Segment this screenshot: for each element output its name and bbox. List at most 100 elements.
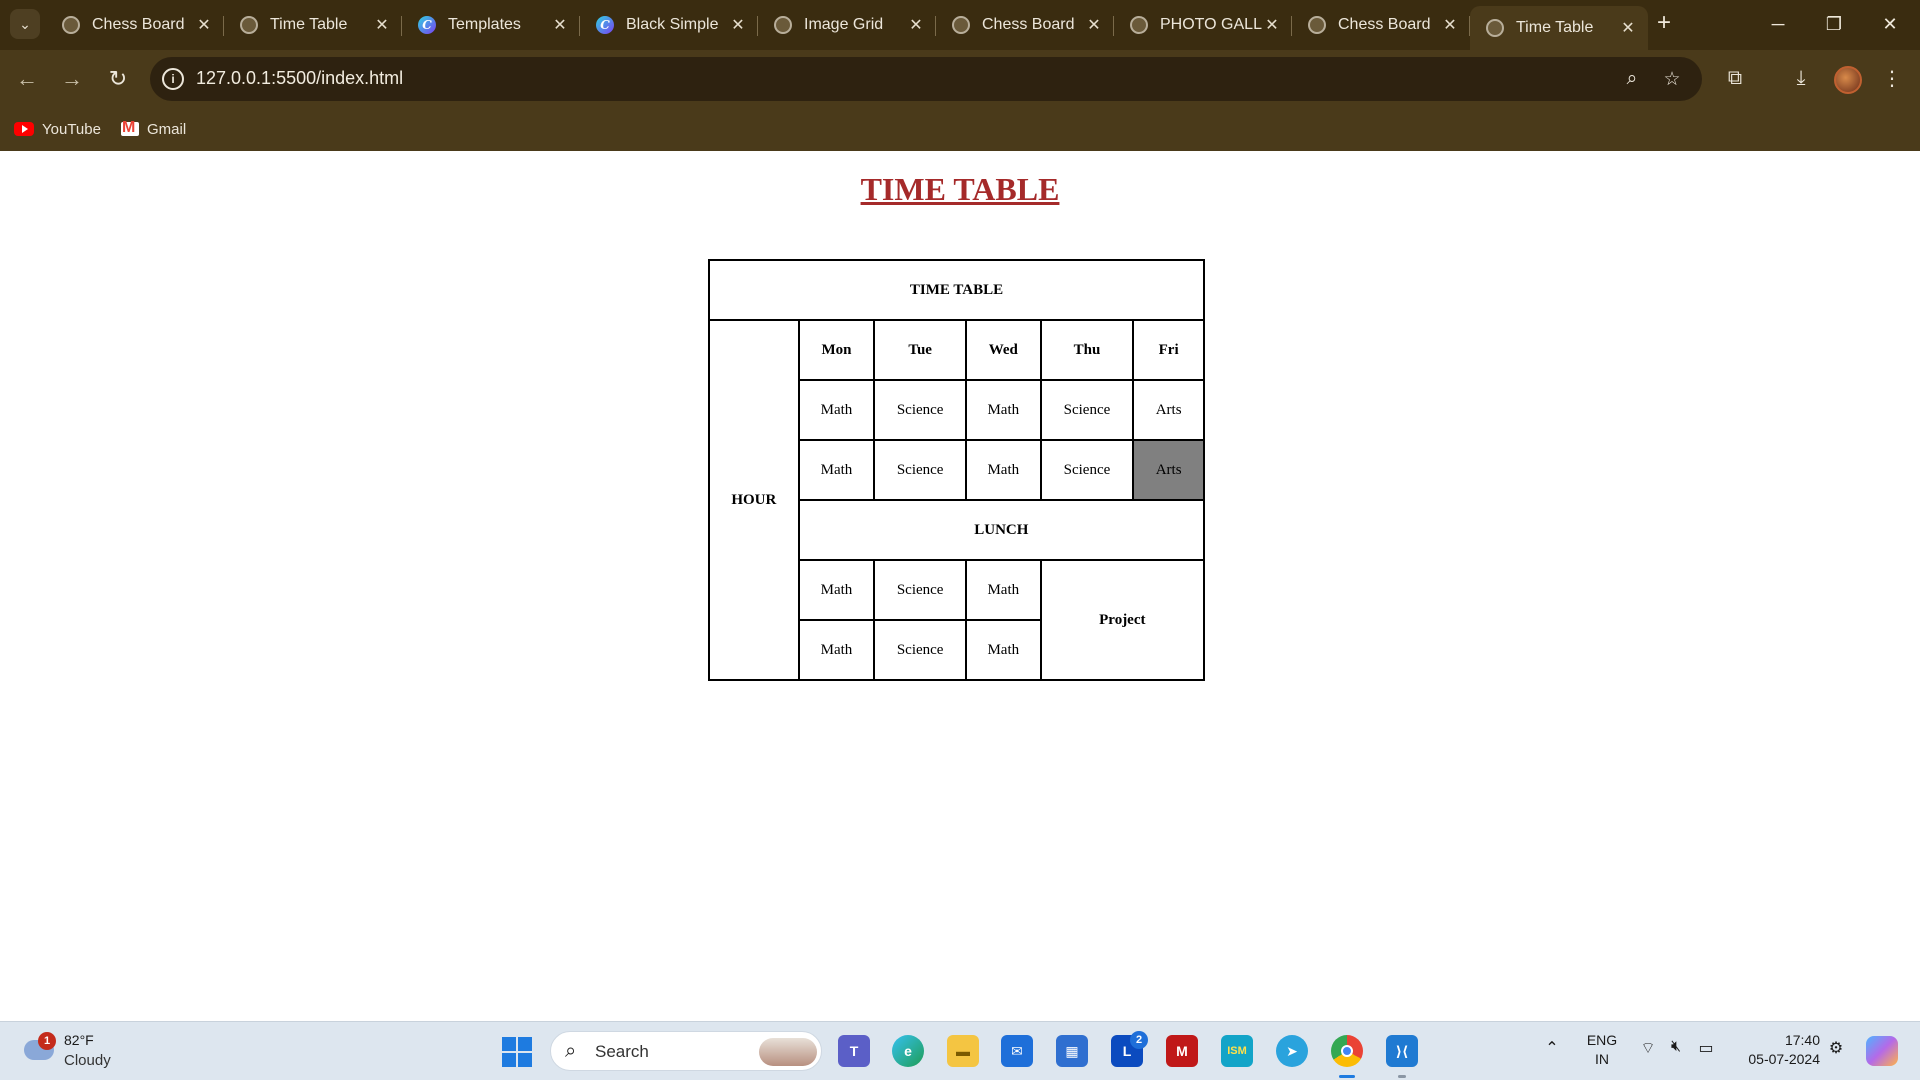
canva-icon: C bbox=[596, 16, 614, 34]
close-window-button[interactable]: ✕ bbox=[1862, 0, 1918, 48]
close-icon[interactable]: ✕ bbox=[1618, 18, 1638, 38]
close-icon: ✕ bbox=[1882, 13, 1898, 34]
subject-cell: Science bbox=[873, 619, 967, 681]
profile-avatar[interactable] bbox=[1834, 66, 1862, 94]
subject-cell: Math bbox=[797, 619, 876, 681]
day-header: Mon bbox=[797, 319, 876, 381]
subject-cell: Math bbox=[964, 439, 1042, 501]
weather-widget[interactable]: 1 82°F Cloudy bbox=[20, 1030, 140, 1074]
forward-button[interactable]: → bbox=[57, 64, 87, 94]
chevron-up-icon[interactable]: ⌃ bbox=[1540, 1038, 1564, 1058]
globe-icon bbox=[1308, 16, 1326, 34]
zoom-icon[interactable]: ⌕ bbox=[1620, 67, 1644, 91]
mail-icon[interactable]: ✉ bbox=[1001, 1035, 1033, 1067]
page-content: TIME TABLE TIME TABLE HOUR Mon Tue Wed T… bbox=[0, 151, 1920, 1021]
chrome-running-indicator bbox=[1339, 1075, 1355, 1078]
close-icon[interactable]: ✕ bbox=[372, 15, 392, 35]
search-icon: ⌕ bbox=[565, 1040, 577, 1062]
subject-cell-highlighted: Arts bbox=[1132, 439, 1205, 501]
reload-button[interactable]: ↻ bbox=[103, 64, 133, 94]
url-text[interactable]: 127.0.0.1:5500/index.html bbox=[196, 68, 403, 89]
subject-cell: Science bbox=[873, 379, 967, 441]
chrome-center bbox=[1341, 1045, 1353, 1057]
gmail-icon bbox=[121, 119, 139, 137]
speaker-muted-icon[interactable]: 🔇︎ bbox=[1664, 1038, 1688, 1056]
windows-logo-pane bbox=[518, 1037, 532, 1051]
day-header: Fri bbox=[1132, 319, 1205, 381]
reload-icon: ↻ bbox=[108, 66, 128, 91]
subject-cell: Arts bbox=[1132, 379, 1205, 441]
tab[interactable]: Chess Board ✕ bbox=[1292, 6, 1470, 44]
bookmark-star-icon[interactable]: ☆ bbox=[1660, 67, 1684, 91]
tab-title: Time Table bbox=[270, 16, 348, 33]
globe-icon bbox=[240, 16, 258, 34]
telegram-icon[interactable]: ➤ bbox=[1276, 1035, 1308, 1067]
tab[interactable]: PHOTO GALL ✕ bbox=[1114, 6, 1292, 44]
minimize-button[interactable]: ─ bbox=[1750, 0, 1806, 48]
search-placeholder: Search bbox=[595, 1042, 649, 1061]
tab[interactable]: Image Grid ✕ bbox=[758, 6, 936, 44]
bookmark-label: Gmail bbox=[147, 120, 187, 138]
taskbar-search[interactable]: ⌕ Search bbox=[550, 1031, 822, 1071]
vscode-running-indicator bbox=[1398, 1075, 1406, 1078]
language-indicator[interactable]: ENG IN bbox=[1582, 1031, 1622, 1069]
site-info-icon[interactable]: i bbox=[162, 68, 184, 90]
new-tab-button[interactable]: + bbox=[1650, 10, 1678, 38]
hour-label-cell: HOUR bbox=[708, 319, 800, 681]
tab-title: Chess Board bbox=[92, 16, 185, 33]
tab[interactable]: Time Table ✕ bbox=[224, 6, 402, 44]
tab-active[interactable]: Time Table ✕ bbox=[1470, 6, 1648, 50]
wifi-icon[interactable]: ⌔ bbox=[1636, 1038, 1660, 1058]
forward-arrow-icon: → bbox=[61, 66, 83, 91]
tab[interactable]: C Black Simple ✕ bbox=[580, 6, 758, 44]
vscode-icon[interactable]: ⟩⟨ bbox=[1386, 1035, 1418, 1067]
minimize-icon: ─ bbox=[1771, 13, 1785, 34]
file-explorer-icon[interactable]: ▬ bbox=[947, 1035, 979, 1067]
settings-gear-icon[interactable]: ⚙ bbox=[1824, 1038, 1848, 1058]
start-button[interactable] bbox=[502, 1037, 532, 1067]
close-icon[interactable]: ✕ bbox=[906, 15, 926, 35]
tab-title: PHOTO GALL bbox=[1160, 16, 1262, 33]
teams-icon[interactable]: T bbox=[838, 1035, 870, 1067]
store-icon[interactable]: ▦ bbox=[1056, 1035, 1088, 1067]
youtube-icon bbox=[14, 122, 34, 136]
clock[interactable]: 17:40 05-07-2024 bbox=[1728, 1031, 1820, 1069]
extensions-icon[interactable]: ⧉ bbox=[1721, 64, 1749, 92]
download-icon[interactable]: ⤓ bbox=[1787, 64, 1815, 92]
tab[interactable]: Chess Board ✕ bbox=[46, 6, 224, 44]
subject-cell: Math bbox=[797, 379, 876, 441]
kebab-menu-icon[interactable]: ⋮ bbox=[1878, 64, 1906, 92]
tab-title: Black Simple bbox=[626, 16, 719, 33]
address-bar[interactable]: i 127.0.0.1:5500/index.html ⌕ ☆ bbox=[150, 57, 1702, 101]
language-code: ENG bbox=[1586, 1032, 1618, 1048]
edge-icon[interactable]: e bbox=[892, 1035, 924, 1067]
day-header: Thu bbox=[1039, 319, 1135, 381]
close-icon[interactable]: ✕ bbox=[728, 15, 748, 35]
back-button[interactable]: ← bbox=[12, 64, 42, 94]
close-icon[interactable]: ✕ bbox=[1440, 15, 1460, 35]
cisco-ism-icon[interactable]: ISM bbox=[1221, 1035, 1253, 1067]
tab-strip: ⌄ Chess Board ✕ Time Table ✕ C Templates ✕ C… bbox=[0, 0, 1920, 50]
date: 05-07-2024 bbox=[1748, 1051, 1820, 1067]
chrome-icon[interactable] bbox=[1331, 1035, 1363, 1067]
tab[interactable]: Chess Board ✕ bbox=[936, 6, 1114, 44]
subject-cell: Science bbox=[1039, 379, 1135, 441]
globe-icon bbox=[1130, 16, 1148, 34]
tab-search-button[interactable]: ⌄ bbox=[10, 9, 40, 39]
temperature: 82°F bbox=[64, 1032, 94, 1048]
close-icon[interactable]: ✕ bbox=[1262, 15, 1282, 35]
tab-title: Templates bbox=[448, 16, 521, 33]
search-highlight-image bbox=[759, 1038, 817, 1066]
restore-button[interactable]: ❐ bbox=[1806, 0, 1862, 48]
tab[interactable]: C Templates ✕ bbox=[402, 6, 580, 44]
bookmark-gmail[interactable]: Gmail bbox=[121, 116, 186, 142]
mcafee-icon[interactable]: M bbox=[1166, 1035, 1198, 1067]
copilot-icon[interactable] bbox=[1866, 1036, 1898, 1066]
close-icon[interactable]: ✕ bbox=[1084, 15, 1104, 35]
browser-toolbar: ← → ↻ i 127.0.0.1:5500/index.html ⌕ ☆ ⧉ … bbox=[0, 50, 1920, 108]
close-icon[interactable]: ✕ bbox=[550, 15, 570, 35]
table-caption-cell: TIME TABLE bbox=[708, 259, 1205, 321]
bookmark-youtube[interactable]: YouTube bbox=[14, 116, 101, 142]
battery-icon[interactable]: ▭ bbox=[1694, 1038, 1718, 1058]
close-icon[interactable]: ✕ bbox=[194, 15, 214, 35]
